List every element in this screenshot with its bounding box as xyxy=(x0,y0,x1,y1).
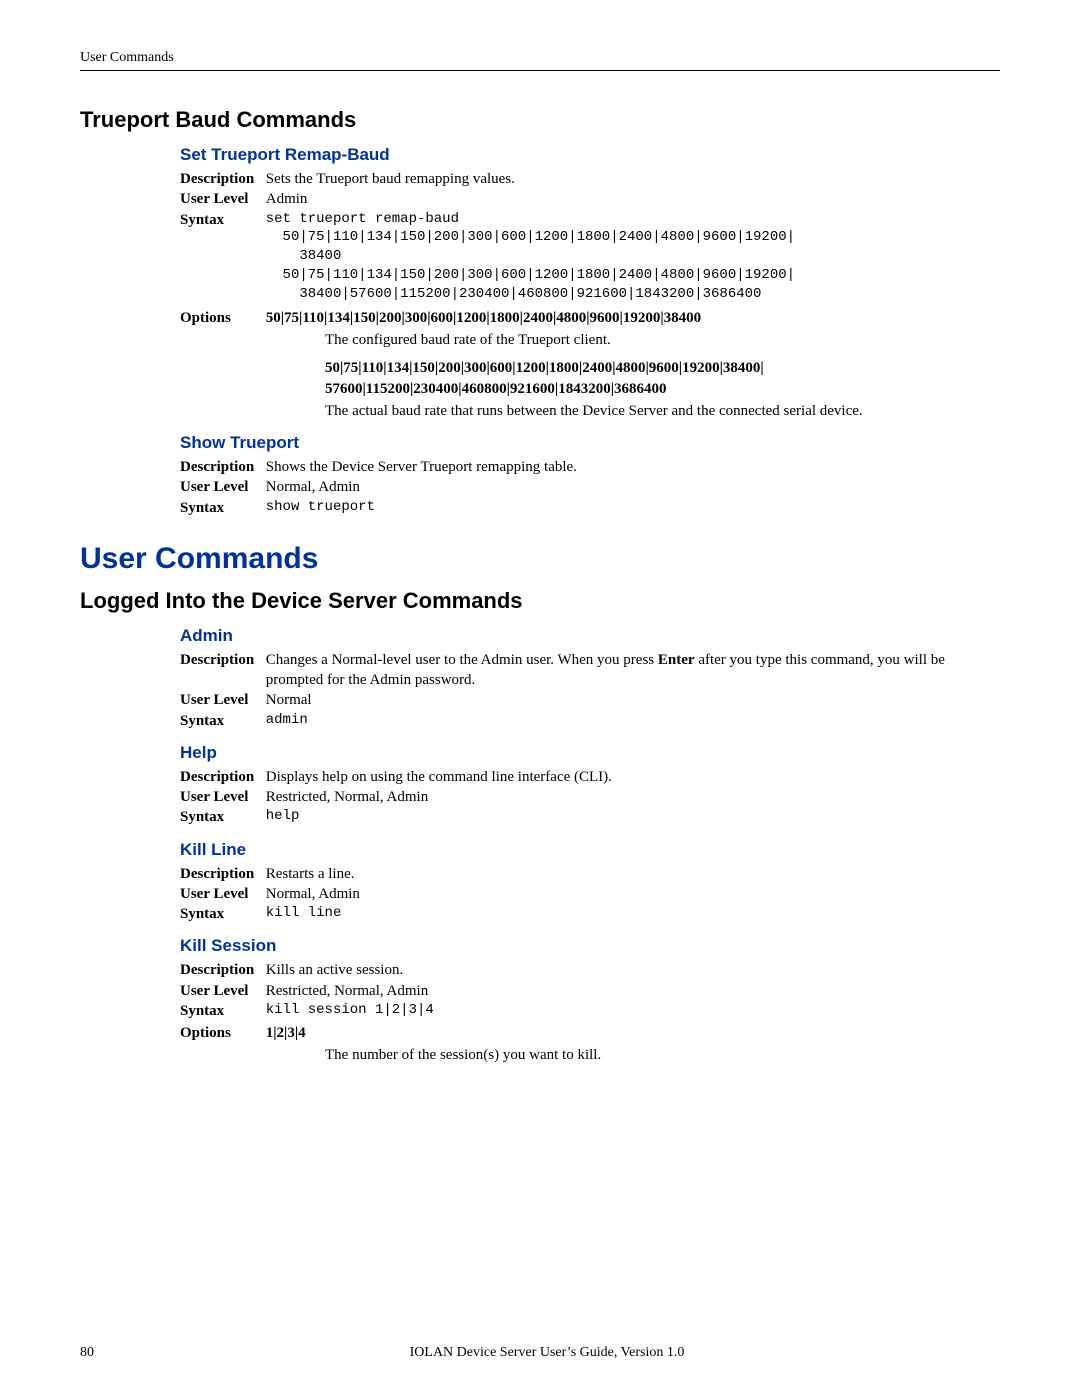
label-user-level: User Level xyxy=(180,189,262,209)
label-user-level: User Level xyxy=(180,690,262,710)
label-description: Description xyxy=(180,650,262,670)
subsection-show-trueport: Show Trueport xyxy=(180,433,1000,453)
footer-text: IOLAN Device Server User’s Guide, Versio… xyxy=(80,1345,1000,1361)
kill-session-user-level: Restricted, Normal, Admin xyxy=(266,981,996,1001)
help-block: Description Displays help on using the c… xyxy=(180,767,1000,828)
label-syntax: Syntax xyxy=(180,498,262,518)
set-trueport-user-level: Admin xyxy=(266,189,996,209)
section-logged-in: Logged Into the Device Server Commands xyxy=(80,588,1000,614)
section-trueport-baud: Trueport Baud Commands xyxy=(80,107,1000,133)
subsection-kill-session: Kill Session xyxy=(180,936,1000,956)
set-trueport-block: Description Sets the Trueport baud remap… xyxy=(180,169,1000,328)
label-options: Options xyxy=(180,308,262,328)
admin-block: Description Changes a Normal-level user … xyxy=(180,650,1000,731)
options-head-line: 50|75|110|134|150|200|300|600|1200|1800|… xyxy=(325,360,764,376)
kill-session-description: Kills an active session. xyxy=(266,960,996,980)
help-description: Displays help on using the command line … xyxy=(266,767,996,787)
kill-line-syntax: kill line xyxy=(266,904,996,923)
show-trueport-syntax: show trueport xyxy=(266,498,996,517)
set-trueport-options-head2: 50|75|110|134|150|200|300|600|1200|1800|… xyxy=(325,358,1000,399)
label-options: Options xyxy=(180,1023,262,1043)
syntax-line: 50|75|110|134|150|200|300|600|1200|1800|… xyxy=(266,267,795,283)
kill-line-description: Restarts a line. xyxy=(266,864,996,884)
admin-user-level: Normal xyxy=(266,690,996,710)
subsection-set-trueport: Set Trueport Remap-Baud xyxy=(180,145,1000,165)
label-syntax: Syntax xyxy=(180,711,262,731)
label-user-level: User Level xyxy=(180,787,262,807)
set-trueport-description: Sets the Trueport baud remapping values. xyxy=(266,169,996,189)
kill-session-block: Description Kills an active session. Use… xyxy=(180,960,1000,1043)
label-user-level: User Level xyxy=(180,981,262,1001)
label-user-level: User Level xyxy=(180,884,262,904)
page-header-text: User Commands xyxy=(80,50,1000,66)
label-user-level: User Level xyxy=(180,477,262,497)
label-description: Description xyxy=(180,767,262,787)
syntax-line: 38400 xyxy=(266,248,342,264)
syntax-line: 50|75|110|134|150|200|300|600|1200|1800|… xyxy=(266,229,795,245)
set-trueport-syntax: set trueport remap-baud 50|75|110|134|15… xyxy=(266,210,996,304)
subsection-admin: Admin xyxy=(180,626,1000,646)
help-user-level: Restricted, Normal, Admin xyxy=(266,787,996,807)
bold-text: Enter xyxy=(658,652,695,668)
label-syntax: Syntax xyxy=(180,904,262,924)
label-description: Description xyxy=(180,169,262,189)
syntax-line: 38400|57600|115200|230400|460800|921600|… xyxy=(266,286,762,302)
text: Changes a Normal-level user to the Admin… xyxy=(266,652,658,668)
kill-session-syntax: kill session 1|2|3|4 xyxy=(266,1001,996,1020)
admin-description: Changes a Normal-level user to the Admin… xyxy=(266,650,996,691)
kill-session-options-head: 1|2|3|4 xyxy=(266,1023,996,1043)
label-description: Description xyxy=(180,864,262,884)
options-head-line: 57600|115200|230400|460800|921600|184320… xyxy=(325,381,667,397)
kill-line-block: Description Restarts a line. User Level … xyxy=(180,864,1000,925)
header-rule xyxy=(80,70,1000,71)
show-trueport-user-level: Normal, Admin xyxy=(266,477,996,497)
help-syntax: help xyxy=(266,807,996,826)
show-trueport-block: Description Shows the Device Server True… xyxy=(180,457,1000,518)
syntax-line: set trueport remap-baud xyxy=(266,211,459,227)
label-syntax: Syntax xyxy=(180,210,262,230)
set-trueport-options-body1: The configured baud rate of the Trueport… xyxy=(325,330,1000,350)
page-footer: 80 IOLAN Device Server User’s Guide, Ver… xyxy=(80,1345,1000,1361)
kill-line-user-level: Normal, Admin xyxy=(266,884,996,904)
label-description: Description xyxy=(180,457,262,477)
subsection-kill-line: Kill Line xyxy=(180,840,1000,860)
page-number: 80 xyxy=(80,1345,94,1361)
set-trueport-options-body2: The actual baud rate that runs between t… xyxy=(325,401,905,421)
kill-session-options-body: The number of the session(s) you want to… xyxy=(325,1045,1000,1065)
subsection-help: Help xyxy=(180,743,1000,763)
label-syntax: Syntax xyxy=(180,807,262,827)
set-trueport-options-head1: 50|75|110|134|150|200|300|600|1200|1800|… xyxy=(266,308,996,328)
page: User Commands Trueport Baud Commands Set… xyxy=(0,0,1080,1397)
admin-syntax: admin xyxy=(266,711,996,730)
label-description: Description xyxy=(180,960,262,980)
chapter-user-commands: User Commands xyxy=(80,542,1000,576)
show-trueport-description: Shows the Device Server Trueport remappi… xyxy=(266,457,996,477)
label-syntax: Syntax xyxy=(180,1001,262,1021)
